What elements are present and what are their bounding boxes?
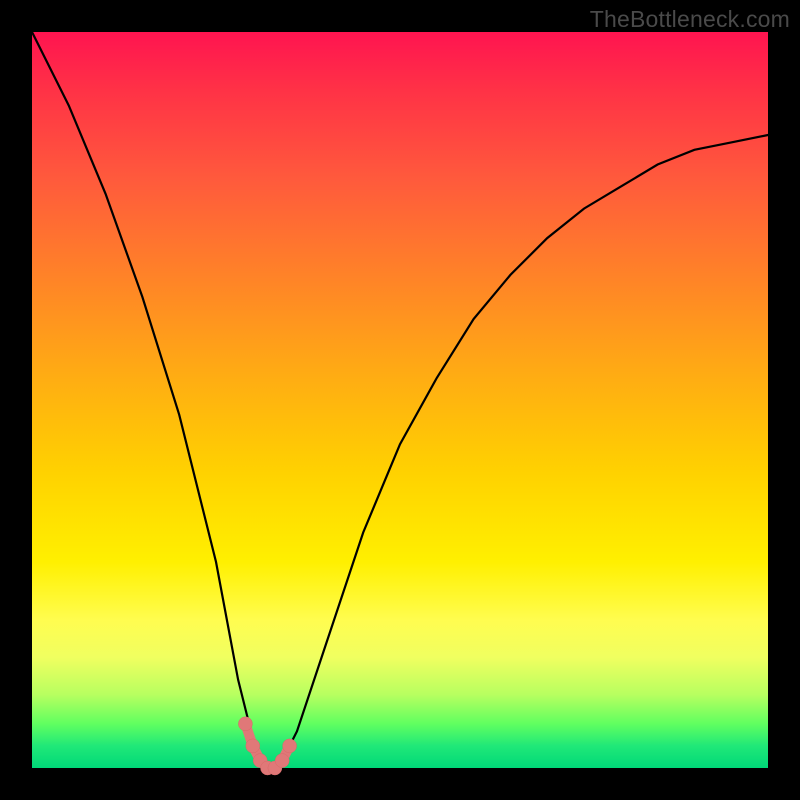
valley-marker [275,754,289,768]
valley-marker [246,739,260,753]
curve-layer [32,32,768,768]
valley-marker [283,739,297,753]
valley-markers [238,717,296,775]
chart-frame: TheBottleneck.com [0,0,800,800]
valley-marker [238,717,252,731]
plot-area [32,32,768,768]
bottleneck-curve [32,32,768,768]
watermark-text: TheBottleneck.com [590,6,790,33]
